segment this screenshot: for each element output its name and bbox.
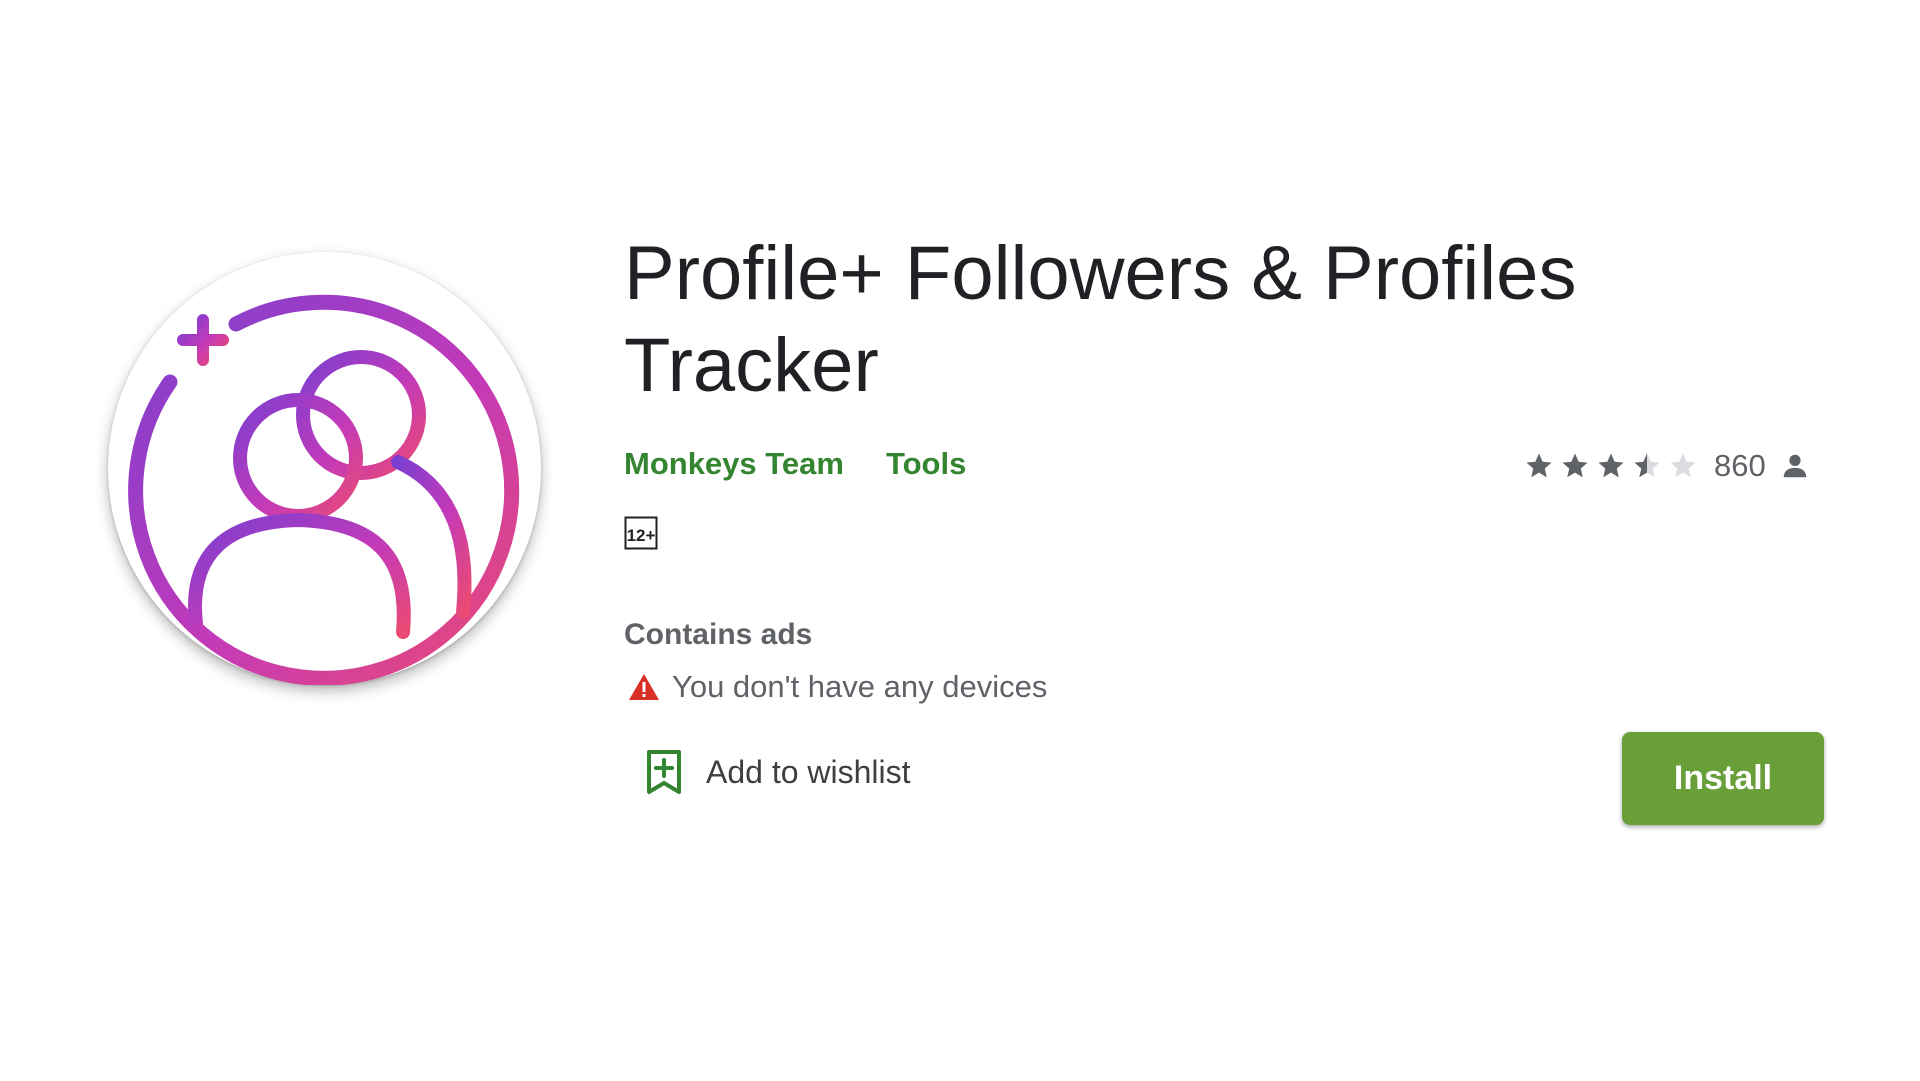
- device-warning: You don't have any devices: [628, 669, 1047, 705]
- star-filled-icon: [1562, 453, 1588, 478]
- developer-link[interactable]: Monkeys Team: [624, 446, 844, 482]
- app-meta: Monkeys Team Tools: [624, 446, 1008, 482]
- app-icon: [108, 252, 541, 685]
- star-filled-icon: [1526, 453, 1552, 478]
- person-icon: [1783, 454, 1806, 478]
- device-warning-text: You don't have any devices: [672, 669, 1048, 704]
- category-link[interactable]: Tools: [886, 446, 966, 482]
- warning-triangle-icon: [629, 674, 659, 700]
- bookmark-plus-icon: [647, 750, 681, 794]
- content-rating-badge: 12+: [624, 516, 658, 550]
- star-empty-icon: [1670, 453, 1696, 478]
- app-title: Profile+ Followers & Profiles Tracker: [624, 231, 1577, 408]
- ads-notice: Contains ads: [624, 618, 813, 651]
- rating-count: 860: [1714, 448, 1766, 483]
- rating-stars: [1524, 451, 1704, 481]
- star-half-icon: [1634, 453, 1660, 478]
- add-to-wishlist-button[interactable]: Add to wishlist: [644, 748, 911, 796]
- install-button[interactable]: Install: [1622, 732, 1824, 825]
- rating-summary[interactable]: 860: [1524, 448, 1810, 484]
- profile-plus-logo-icon: [128, 294, 520, 685]
- wishlist-label: Add to wishlist: [706, 753, 911, 790]
- star-filled-icon: [1598, 453, 1624, 478]
- content-rating-label: 12+: [627, 526, 656, 545]
